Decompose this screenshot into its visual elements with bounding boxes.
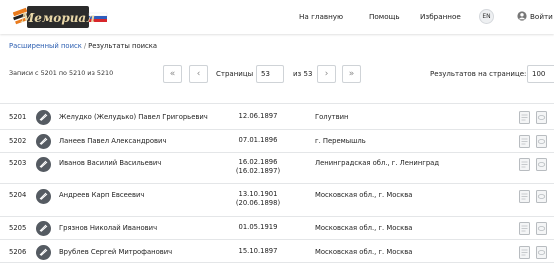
row-number: 5205 [9,224,27,232]
nav-favorites-link[interactable]: Избранное [420,12,461,21]
table-row[interactable]: 5201 Желудко (Желудько) Павел Григорьеви… [0,103,554,129]
view-icon[interactable] [536,111,547,124]
table-row[interactable]: 5203 Иванов Василий Васильевич 16.02.189… [0,152,554,183]
birth-date-primary: 16.02.1896 [238,158,278,166]
birth-date-primary: 01.05.1919 [238,223,278,231]
birth-date-primary: 12.06.1897 [238,112,278,120]
table-row[interactable]: 5205 Грязнов Николай Иванович 01.05.1919… [0,216,554,239]
row-number: 5204 [9,191,27,199]
view-icon[interactable] [536,246,547,259]
first-page-button[interactable]: « [163,65,182,83]
breadcrumb-advanced-search[interactable]: Расширенный поиск [9,42,82,50]
per-page-input[interactable] [527,65,554,83]
per-page-label: Результатов на странице: [430,70,527,78]
document-icon[interactable] [519,135,530,148]
records-count: Записи с 5201 по 5210 из 5210 [9,69,114,77]
language-toggle[interactable]: EN [479,9,494,24]
breadcrumb: Расширенный поиск / Результаты поиска [9,42,157,50]
page-number-input[interactable] [256,65,284,83]
record-icon [36,189,51,204]
pages-total: из 53 [293,70,313,78]
birth-date: 16.02.1896 (16.02.1897) [228,158,288,176]
pages-label: Страницы [216,70,254,78]
user-icon[interactable] [517,11,527,21]
person-name[interactable]: Ланеев Павел Александрович [59,137,166,145]
birth-date-primary: 07.01.1896 [238,136,278,144]
birth-date: 13.10.1901 (20.06.1898) [228,190,288,208]
last-page-button[interactable]: » [342,65,361,83]
birth-place: Московская обл., г. Москва [315,224,413,232]
view-icon[interactable] [536,190,547,203]
record-icon [36,221,51,236]
results-table: 5201 Желудко (Желудько) Павел Григорьеви… [0,103,554,263]
prev-page-button[interactable]: ‹ [189,65,208,83]
nav-help-link[interactable]: Помощь [369,12,400,21]
view-icon[interactable] [536,135,547,148]
document-icon[interactable] [519,222,530,235]
logo-text: Мемориал [20,11,95,25]
row-number: 5206 [9,248,27,256]
table-row[interactable]: 5206 Врублев Сергей Митрофанович 15.10.1… [0,239,554,263]
document-icon[interactable] [519,158,530,171]
nav-home-link[interactable]: На главную [299,12,343,21]
birth-date-alternate: (20.06.1898) [235,199,281,207]
breadcrumb-current: Результаты поиска [88,42,158,50]
birth-date-primary: 13.10.1901 [238,190,278,198]
record-icon [36,110,51,125]
table-row[interactable]: 5202 Ланеев Павел Александрович 07.01.18… [0,129,554,152]
birth-place: Голутвин [315,113,349,121]
birth-date: 12.06.1897 [228,112,288,121]
person-name[interactable]: Иванов Василий Васильевич [59,159,161,167]
login-link[interactable]: Войти [530,12,553,21]
top-header: Мемориал На главную Помощь Избранное EN … [0,0,554,34]
row-number: 5201 [9,113,27,121]
person-name[interactable]: Андреев Карп Евсеевич [59,191,144,199]
document-icon[interactable] [519,190,530,203]
person-name[interactable]: Грязнов Николай Иванович [59,224,157,232]
document-icon[interactable] [519,246,530,259]
row-number: 5202 [9,137,27,145]
birth-date: 01.05.1919 [228,223,288,232]
person-name[interactable]: Врублев Сергей Митрофанович [59,248,172,256]
birth-date: 15.10.1897 [228,247,288,256]
table-row[interactable]: 5204 Андреев Карп Евсеевич 13.10.1901 (20… [0,183,554,216]
record-icon [36,245,51,260]
birth-date-primary: 15.10.1897 [238,247,278,255]
view-icon[interactable] [536,222,547,235]
birth-date: 07.01.1896 [228,136,288,145]
next-page-button[interactable]: › [317,65,336,83]
birth-place: г. Перемышль [315,137,366,145]
birth-place: Московская обл., г. Москва [315,191,413,199]
person-name[interactable]: Желудко (Желудько) Павел Григорьевич [59,113,208,121]
birth-place: Ленинградская обл., г. Ленинград [315,159,440,167]
record-icon [36,134,51,149]
row-number: 5203 [9,159,27,167]
view-icon[interactable] [536,158,547,171]
record-icon [36,157,51,172]
birth-date-alternate: (16.02.1897) [235,167,281,175]
birth-place: Московская обл., г. Москва [315,248,413,256]
memorial-logo[interactable]: Мемориал [13,4,111,30]
document-icon[interactable] [519,111,530,124]
